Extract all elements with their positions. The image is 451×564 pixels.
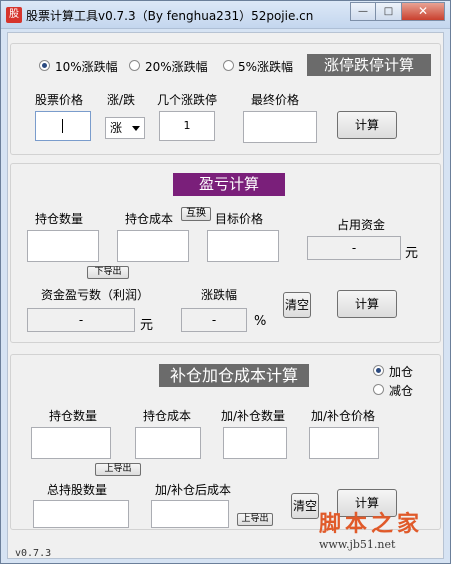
profit-calc-title: 盈亏计算 [173,173,285,196]
target-price-label: 目标价格 [215,212,264,226]
watermark-url: www.jb51.net [319,538,396,551]
add-position-cost-input[interactable] [135,427,201,459]
profit-output: - [27,308,135,332]
radio-reduce-position[interactable] [373,384,384,395]
total-qty-label: 总持股数量 [47,483,108,497]
change-unit: % [254,314,267,329]
radio-10-percent-label[interactable]: 10%涨跌幅 [55,58,118,75]
add-price-label: 加/补仓价格 [311,409,376,423]
profit-unit: 元 [140,318,154,333]
radio-5-percent-label[interactable]: 5%涨跌幅 [238,58,293,75]
export-up-button-2[interactable]: 上导出 [237,513,273,526]
add-position-qty-input[interactable] [31,427,111,459]
swap-button[interactable]: 互换 [181,207,211,221]
window-controls: — □ ✕ [350,2,445,21]
direction-label: 涨/跌 [107,93,136,107]
radio-10-percent[interactable] [39,60,50,71]
profit-calc-group: 盈亏计算 持仓数量 持仓成本 互换 目标价格 占用资金 - 元 下导出 资金盈亏… [10,163,441,343]
stock-price-input[interactable] [35,111,91,141]
add-qty-label: 加/补仓数量 [221,409,286,423]
add-qty-input[interactable] [223,427,287,459]
add-position-qty-label: 持仓数量 [49,409,98,423]
position-cost-label: 持仓成本 [125,212,174,226]
target-price-input[interactable] [207,230,279,262]
minimize-button[interactable]: — [350,2,376,21]
profit-label: 资金盈亏数（利润） [41,288,150,302]
add-position-title: 补仓加仓成本计算 [159,364,309,387]
add-position-cost-label: 持仓成本 [143,409,192,423]
radio-add-position[interactable] [373,365,384,376]
position-qty-input[interactable] [27,230,99,262]
capital-label: 占用资金 [337,218,386,232]
watermark-logo-text: 脚本之家 [319,511,424,537]
client-area: 10%涨跌幅 20%涨跌幅 5%涨跌幅 涨停跌停计算 股票价格 涨/跌 几个涨跌… [7,32,444,559]
final-price-label: 最终价格 [251,93,300,107]
direction-select-value: 涨 [110,121,123,135]
direction-select[interactable]: 涨 [105,117,145,139]
capital-output: - [307,236,401,260]
capital-unit: 元 [405,246,419,261]
version-label: v0.7.3 [15,548,52,559]
export-up-button-1[interactable]: 上导出 [95,463,141,476]
limit-count-input[interactable]: 1 [159,111,215,141]
change-label: 涨跌幅 [201,288,238,302]
profit-clear-button[interactable]: 清空 [283,292,311,318]
radio-add-position-label[interactable]: 加仓 [389,363,413,380]
limit-calc-button[interactable]: 计算 [337,111,397,139]
radio-20-percent-label[interactable]: 20%涨跌幅 [145,58,208,75]
app-icon: 股 [6,7,22,23]
add-price-input[interactable] [309,427,379,459]
stock-price-label: 股票价格 [35,93,84,107]
after-cost-label: 加/补仓后成本 [155,483,232,497]
position-qty-label: 持仓数量 [35,212,84,226]
limit-calc-title: 涨停跌停计算 [307,54,431,76]
radio-5-percent[interactable] [223,60,234,71]
maximize-button[interactable]: □ [376,2,402,21]
add-position-group: 补仓加仓成本计算 加仓 减仓 持仓数量 持仓成本 加/补仓数量 加/补仓价格 上… [10,354,441,530]
chevron-down-icon [132,126,140,131]
app-window: 股 股票计算工具v0.7.3（By fenghua231）52pojie.cn … [0,0,451,564]
change-output: - [181,308,247,332]
final-price-output[interactable] [243,111,317,143]
limit-calc-group: 10%涨跌幅 20%涨跌幅 5%涨跌幅 涨停跌停计算 股票价格 涨/跌 几个涨跌… [10,43,441,155]
add-clear-button[interactable]: 清空 [291,493,319,519]
profit-calc-button[interactable]: 计算 [337,290,397,318]
title-bar[interactable]: 股 股票计算工具v0.7.3（By fenghua231）52pojie.cn … [1,1,450,29]
window-title: 股票计算工具v0.7.3（By fenghua231）52pojie.cn [26,9,314,23]
total-qty-output[interactable] [33,500,129,528]
after-cost-output[interactable] [151,500,229,528]
export-down-button[interactable]: 下导出 [87,266,129,279]
close-button[interactable]: ✕ [402,2,445,21]
radio-reduce-position-label[interactable]: 减仓 [389,382,413,399]
radio-20-percent[interactable] [129,60,140,71]
position-cost-input[interactable] [117,230,189,262]
limit-count-label: 几个涨跌停 [157,93,218,107]
text-caret [62,119,63,133]
watermark: 脚本之家 www.jb51.net [319,506,423,551]
